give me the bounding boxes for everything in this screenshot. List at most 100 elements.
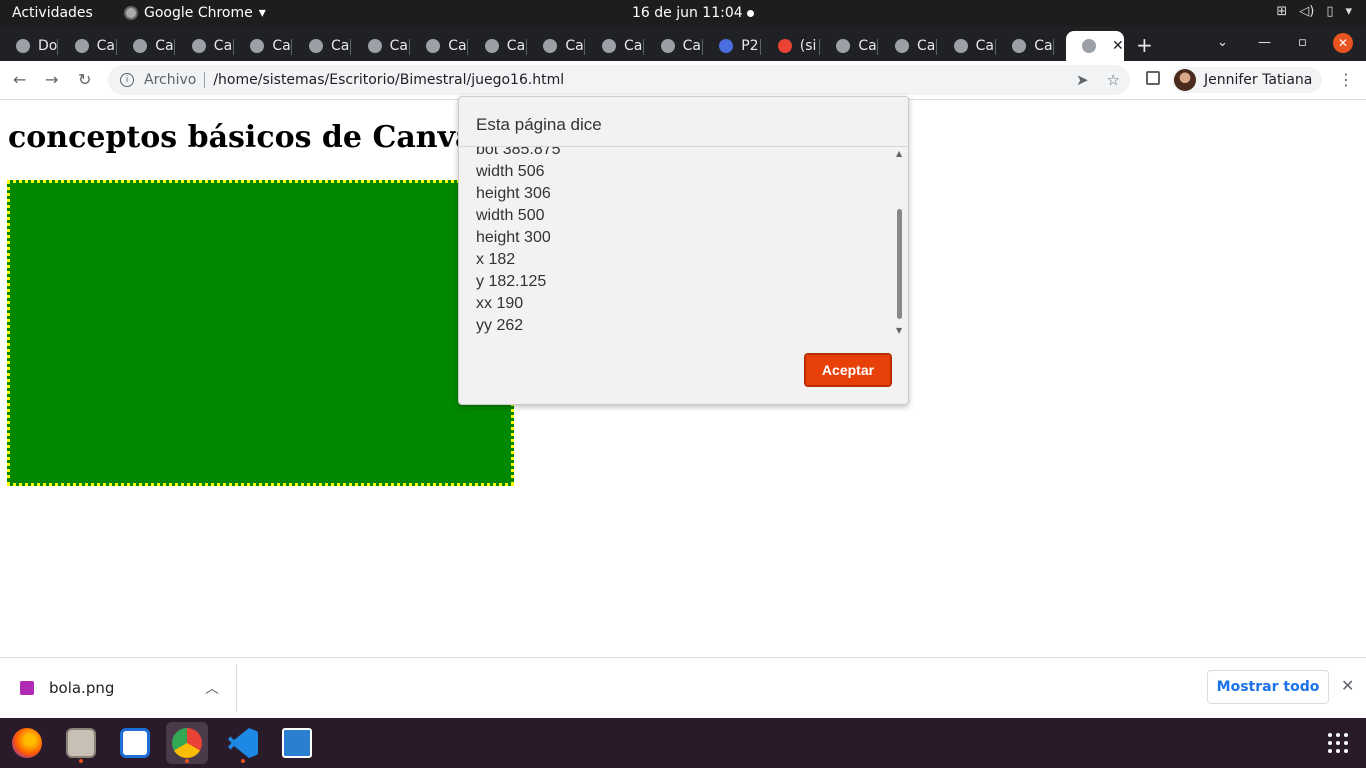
scroll-down-icon[interactable]: ▼ [896, 326, 902, 335]
show-apps-icon[interactable] [1328, 733, 1348, 753]
profile-name: Jennifer Tatiana [1204, 72, 1313, 88]
chevron-down-icon: ▾ [1345, 4, 1352, 19]
profile-button[interactable]: Jennifer Tatiana [1172, 67, 1323, 93]
tab-search-icon[interactable]: ⌄ [1217, 35, 1228, 50]
clock[interactable]: 16 de jun 11:04 [632, 5, 743, 21]
tab[interactable]: Ca [117, 31, 176, 61]
kebab-menu-icon[interactable]: ⋮ [1338, 70, 1354, 89]
send-icon[interactable]: ➤ [1076, 71, 1089, 89]
tab[interactable]: Ca [176, 31, 234, 61]
system-tray[interactable]: ⊞ ◁) ▯ ▾ [1276, 4, 1352, 19]
tab-strip: Do Ca Ca Ca Ca Ca Ca Ca Ca Ca Ca Ca P2 (si Ca Ca Ca Ca ✕ … [0, 27, 1366, 61]
tab-label: Do [38, 38, 58, 54]
image-file-icon [20, 681, 34, 695]
browser-toolbar: ← → ↻ i Archivo /home/sistemas/Escritori… [0, 61, 1366, 100]
tab[interactable]: Do [0, 31, 58, 61]
reload-icon[interactable]: ↻ [78, 70, 91, 89]
scroll-up-icon[interactable]: ▲ [896, 149, 902, 158]
dock-vscode[interactable] [222, 722, 264, 764]
tab[interactable]: Ca [234, 31, 293, 61]
tab-label: Ca [213, 38, 233, 54]
network-icon: ⊞ [1276, 4, 1288, 19]
tab[interactable]: Ca [645, 31, 703, 61]
dock-firefox[interactable] [6, 722, 48, 764]
tab-label: Ca [565, 38, 584, 54]
tab[interactable]: Ca [293, 31, 351, 61]
dock-chrome[interactable] [166, 722, 208, 764]
tab[interactable]: Ca [879, 31, 937, 61]
tab[interactable]: Ca [59, 31, 117, 61]
dialog-scrollbar[interactable]: ▲ ▼ [896, 147, 904, 335]
avatar [1174, 69, 1196, 91]
globe-icon [133, 39, 148, 53]
tab[interactable]: Ca [996, 31, 1055, 61]
files-icon [66, 728, 96, 758]
side-panel-icon[interactable] [1146, 71, 1160, 85]
tab-label: Ca [389, 38, 408, 54]
maximize-icon[interactable]: ▫ [1298, 35, 1307, 50]
globe-icon [74, 39, 89, 53]
volume-icon: ◁) [1299, 4, 1315, 19]
tab-label: Ca [624, 38, 643, 54]
download-file-name: bola.png [49, 679, 115, 697]
downloads-bar: bola.png ︿ Mostrar todo ✕ [0, 657, 1366, 719]
tab[interactable]: Ca [938, 31, 996, 61]
tab[interactable]: Ca [586, 31, 644, 61]
globe-icon [191, 39, 206, 53]
game-canvas[interactable] [7, 180, 514, 486]
globe-icon [484, 39, 499, 53]
accept-button[interactable]: Aceptar [804, 353, 892, 387]
tab-label: Ca [975, 38, 994, 54]
dialog-line: height 306 [476, 185, 551, 202]
tab-active[interactable]: ✕ [1066, 31, 1124, 61]
close-tab-icon[interactable]: ✕ [1112, 38, 1124, 54]
text-editor-icon [120, 728, 150, 758]
globe-icon [16, 39, 30, 53]
tab-label: Ca [1034, 38, 1053, 54]
chevron-up-icon[interactable]: ︿ [205, 678, 219, 698]
window-close-button[interactable]: ✕ [1333, 33, 1353, 53]
globe-icon [309, 39, 323, 53]
notification-dot-icon [747, 10, 754, 17]
tab[interactable]: Ca [527, 31, 586, 61]
tab[interactable]: Ca [410, 31, 469, 61]
app-menu[interactable]: Google Chrome ▾ [124, 5, 266, 21]
activities-button[interactable]: Actividades [12, 5, 93, 21]
address-bar[interactable]: i Archivo /home/sistemas/Escritorio/Bime… [108, 65, 1130, 95]
show-all-button[interactable]: Mostrar todo [1207, 670, 1329, 704]
download-item[interactable]: bola.png ︿ [0, 664, 237, 712]
forward-arrow-icon[interactable]: → [45, 70, 58, 89]
back-arrow-icon[interactable]: ← [13, 70, 26, 89]
scroll-thumb[interactable] [897, 209, 902, 319]
tab[interactable]: Ca [820, 31, 879, 61]
gmail-icon [777, 39, 792, 53]
dialog-line: bot 385.875 [476, 147, 561, 158]
tab[interactable]: Ca [352, 31, 410, 61]
tab-label: (si [799, 38, 817, 54]
globe-icon [836, 39, 851, 53]
globe-icon [426, 39, 441, 53]
running-indicator [79, 759, 83, 763]
info-icon[interactable]: i [120, 73, 134, 87]
tab[interactable]: (si [762, 31, 820, 61]
system-top-bar: Actividades Google Chrome ▾ 16 de jun 11… [0, 0, 1366, 27]
globe-icon [602, 39, 616, 53]
dialog-message: bot 385.875 width 506 height 306 width 500 h… [476, 147, 896, 335]
tab[interactable]: Ca [469, 31, 527, 61]
dock-system-monitor[interactable] [276, 722, 318, 764]
new-tab-button[interactable]: + [1136, 33, 1153, 57]
minimize-icon[interactable]: — [1258, 35, 1271, 50]
running-indicator [241, 759, 245, 763]
url-text[interactable]: /home/sistemas/Escritorio/Bimestral/jueg… [213, 72, 564, 88]
dialog-line: xx 190 [476, 295, 524, 312]
dock-files[interactable] [60, 722, 102, 764]
star-icon[interactable]: ☆ [1107, 71, 1120, 89]
tab[interactable]: P2 [703, 31, 762, 61]
chrome-icon [124, 6, 138, 20]
dock-text-editor[interactable] [114, 722, 156, 764]
dialog-line: width 500 [476, 207, 545, 224]
dialog-line: height 300 [476, 229, 551, 246]
close-downloads-icon[interactable]: ✕ [1341, 676, 1354, 695]
tab-label: Ca [272, 38, 291, 54]
dock [0, 718, 1366, 768]
